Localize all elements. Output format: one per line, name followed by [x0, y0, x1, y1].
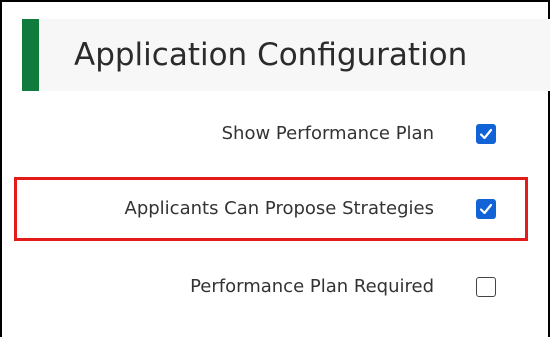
checkmark-icon	[479, 203, 493, 215]
checkmark-icon	[479, 128, 493, 140]
setting-row-applicants-can-propose-strategies: Applicants Can Propose Strategies	[2, 189, 550, 229]
setting-row-performance-plan-required: Performance Plan Required	[2, 267, 550, 307]
setting-label: Show Performance Plan	[221, 123, 434, 144]
header-accent-bar	[22, 19, 39, 91]
applicants-can-propose-strategies-checkbox[interactable]	[476, 199, 496, 219]
section-header: Application Configuration	[22, 19, 550, 91]
performance-plan-required-checkbox[interactable]	[476, 277, 496, 297]
setting-label: Performance Plan Required	[190, 276, 434, 297]
application-config-panel: Application Configuration Show Performan…	[0, 0, 550, 337]
page-title: Application Configuration	[74, 37, 468, 73]
setting-label: Applicants Can Propose Strategies	[124, 198, 434, 219]
show-performance-plan-checkbox[interactable]	[476, 124, 496, 144]
setting-row-show-performance-plan: Show Performance Plan	[2, 114, 550, 154]
